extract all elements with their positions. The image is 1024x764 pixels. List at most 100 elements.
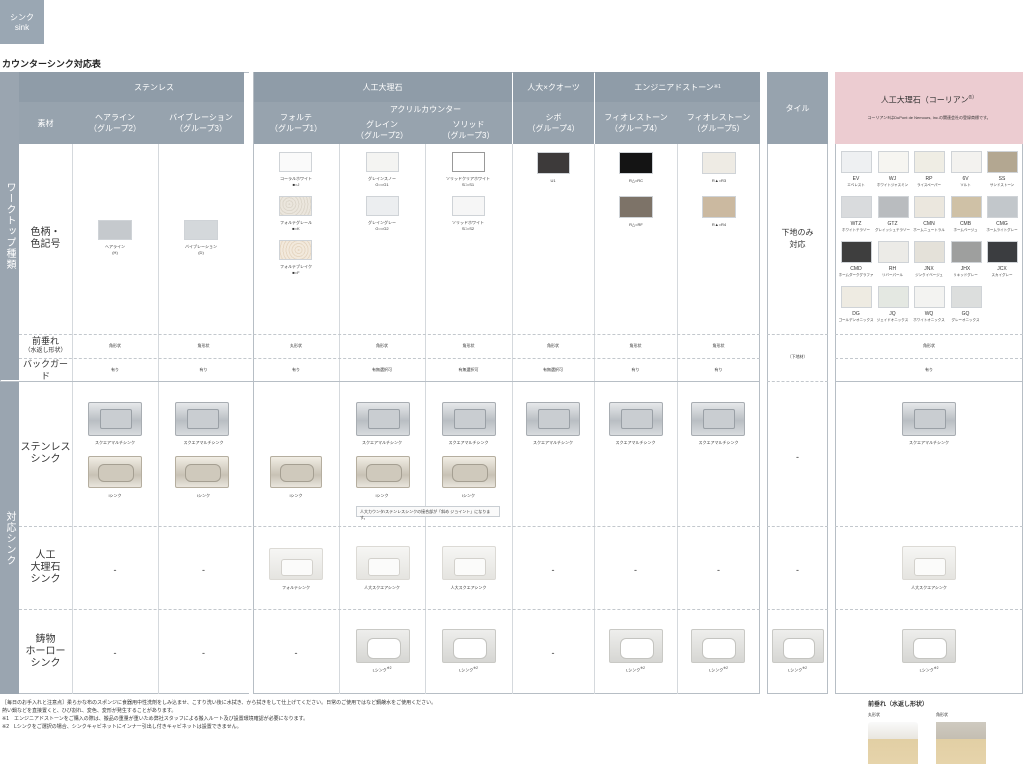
corian-swatch-item[interactable]: EV エベレスト <box>838 150 875 195</box>
corian-swatch-code: RH <box>888 266 897 272</box>
dash-sibo-marble: - <box>551 565 555 575</box>
sink-label: Lシンク※2 <box>835 666 1023 673</box>
corian-swatch-item[interactable]: JNX ジンクイベージュ <box>911 240 948 285</box>
corian-swatch-code: JHX <box>960 266 971 272</box>
header-sibo: シボ （グループ4） <box>513 102 594 144</box>
sink-marble-square-solid[interactable] <box>442 546 496 580</box>
sink-l-fiore5[interactable] <box>691 629 745 663</box>
sink-square-multi-fiore4[interactable] <box>609 402 663 436</box>
sink-i-hairline[interactable] <box>88 456 142 488</box>
bg-corian: 有り <box>925 367 933 372</box>
swatch-label-grain-1: グレインスノー G○=G1 <box>368 176 396 187</box>
bg-solid: 有無選択可 <box>458 367 479 372</box>
sink-l-fiore4[interactable] <box>609 629 663 663</box>
swatch-forte-coral-white[interactable] <box>279 152 312 172</box>
row-line <box>835 526 1023 527</box>
swatch-fiore-rf[interactable] <box>619 196 653 218</box>
corian-swatch-item[interactable]: WTZ ホワイトテラゾー <box>838 195 875 240</box>
corian-swatch-item[interactable]: CMG ホームライトグレー <box>984 195 1021 240</box>
edge-legend-kaku-image <box>936 722 986 764</box>
sink-square-multi-sibo[interactable] <box>526 402 580 436</box>
corian-swatch-name: グレイッシュテラゾー <box>875 228 910 232</box>
corian-swatch-cmg <box>987 196 1018 218</box>
corian-swatch-item[interactable]: RP ライスペーパー <box>911 150 948 195</box>
swatch-vibration[interactable] <box>184 220 218 240</box>
corian-swatch-code: WTZ <box>850 221 862 227</box>
corian-swatch-item[interactable]: WJ ホワイトジャスミン <box>875 150 912 195</box>
dash-forte-enamel: - <box>294 648 298 658</box>
dash-hairline-marble: - <box>113 565 117 575</box>
corian-swatch-item[interactable]: CMD ホームダークグラファ <box>838 240 875 285</box>
edge-forte: 丸形状 <box>290 343 302 348</box>
swatch-grain-gray[interactable] <box>366 196 399 216</box>
header-corian-trademark: コーリアン®はDuPont de Nemours, Inc.の関連会社の登録商標… <box>867 114 991 120</box>
row-line <box>835 609 1023 610</box>
corian-swatch-code: CMG <box>996 221 1008 227</box>
sink-label: スクエアマルチシンク <box>698 440 739 445</box>
sink-label: スクエアマルチシンク <box>95 440 135 445</box>
corian-swatch-item[interactable]: CMB ホームベージュ <box>948 195 985 240</box>
corian-swatch-item[interactable]: CMN ホームニュートラル <box>911 195 948 240</box>
sink-i-solid[interactable] <box>442 456 496 488</box>
corian-swatch-item[interactable]: 6V ソルト <box>948 150 985 195</box>
sink-square-multi-hairline[interactable] <box>88 402 142 436</box>
corian-swatch-item[interactable]: WQ ホワイトオニックス <box>911 285 948 330</box>
swatch-hairline[interactable] <box>98 220 132 240</box>
swatch-fiore-r3[interactable] <box>702 152 736 174</box>
corian-swatch-item[interactable]: JQ ジェイドオニックス <box>875 285 912 330</box>
sink-i-forte[interactable] <box>270 456 322 488</box>
row-line <box>19 358 760 359</box>
swatch-fiore-rc[interactable] <box>619 152 653 174</box>
corian-swatch-code: CMN <box>923 221 935 227</box>
corian-swatch-item[interactable]: SS サンドストーン <box>984 150 1021 195</box>
corian-swatch-item[interactable]: GQ グレーオニックス <box>948 285 985 330</box>
swatch-solid-white[interactable] <box>452 196 485 216</box>
sink-label: Lシンク※2 <box>767 666 828 673</box>
sink-square-multi-solid[interactable] <box>442 402 496 436</box>
bg-grain: 有無選択可 <box>372 367 392 372</box>
bg-fiore5: 有り <box>714 367 723 372</box>
swatch-label-vibration: バイブレーション (D) <box>185 244 217 255</box>
row-line <box>0 381 760 382</box>
sink-square-multi-fiore5[interactable] <box>691 402 745 436</box>
sink-l-tile[interactable] <box>772 629 824 663</box>
corian-swatch-code: WJ <box>888 176 897 182</box>
grid-line <box>425 144 426 694</box>
sink-i-grain[interactable] <box>356 456 410 488</box>
swatch-forte-break[interactable] <box>279 240 312 260</box>
corian-swatch-code: GTZ <box>887 221 898 227</box>
corian-swatch-name: ホームライトグレー <box>986 228 1018 232</box>
sink-l-grain[interactable] <box>356 629 410 663</box>
row-label-front-edge: 前垂れ （水返し形状） <box>19 334 72 358</box>
grid-line <box>158 144 159 694</box>
footnotes: ［毎日のお手入れと注意点］柔らかな布のスポンジに食器用中性洗剤をしみ込ませ、こす… <box>2 699 762 731</box>
sink-marble-square-corian[interactable] <box>902 546 956 580</box>
sink-label: Iシンク <box>461 493 476 498</box>
sink-i-vibration[interactable] <box>175 456 229 488</box>
sink-forte[interactable] <box>269 548 323 580</box>
swatch-grain-snow[interactable] <box>366 152 399 172</box>
sink-marble-square-grain[interactable] <box>356 546 410 580</box>
sink-square-multi-corian[interactable] <box>902 402 956 436</box>
sink-square-multi-vibration[interactable] <box>175 402 229 436</box>
row-line <box>767 609 828 610</box>
swatch-forte-grail[interactable] <box>279 196 312 216</box>
sink-l-solid[interactable] <box>442 629 496 663</box>
corian-swatch-item[interactable]: DG ゴールデンオニックス <box>838 285 875 330</box>
corian-swatch-item[interactable]: RH リバーパール <box>875 240 912 285</box>
corian-swatch-code: CMD <box>850 266 862 272</box>
sink-label: 人大スクエアシンク <box>911 585 947 590</box>
corian-swatch-item[interactable]: GTZ グレイッシュテラゾー <box>875 195 912 240</box>
swatch-sibo-u1[interactable] <box>537 152 570 174</box>
sink-l-corian[interactable] <box>902 629 956 663</box>
swatch-solid-clear-white[interactable] <box>452 152 485 172</box>
corian-swatch-name: ゴールデンオニックス <box>838 318 874 322</box>
swatch-fiore-r4[interactable] <box>702 196 736 218</box>
corian-swatch-code: EV <box>852 176 860 182</box>
edge-legend-maru-label: 丸形状 <box>868 712 880 717</box>
corian-swatch-item[interactable]: JHX リキッドグレー <box>948 240 985 285</box>
corian-swatch-name: ホームニュートラル <box>913 228 945 232</box>
corian-swatch-item[interactable]: JCX スカイグレー <box>984 240 1021 285</box>
corian-swatch-rp <box>914 151 945 173</box>
sink-square-multi-grain[interactable] <box>356 402 410 436</box>
